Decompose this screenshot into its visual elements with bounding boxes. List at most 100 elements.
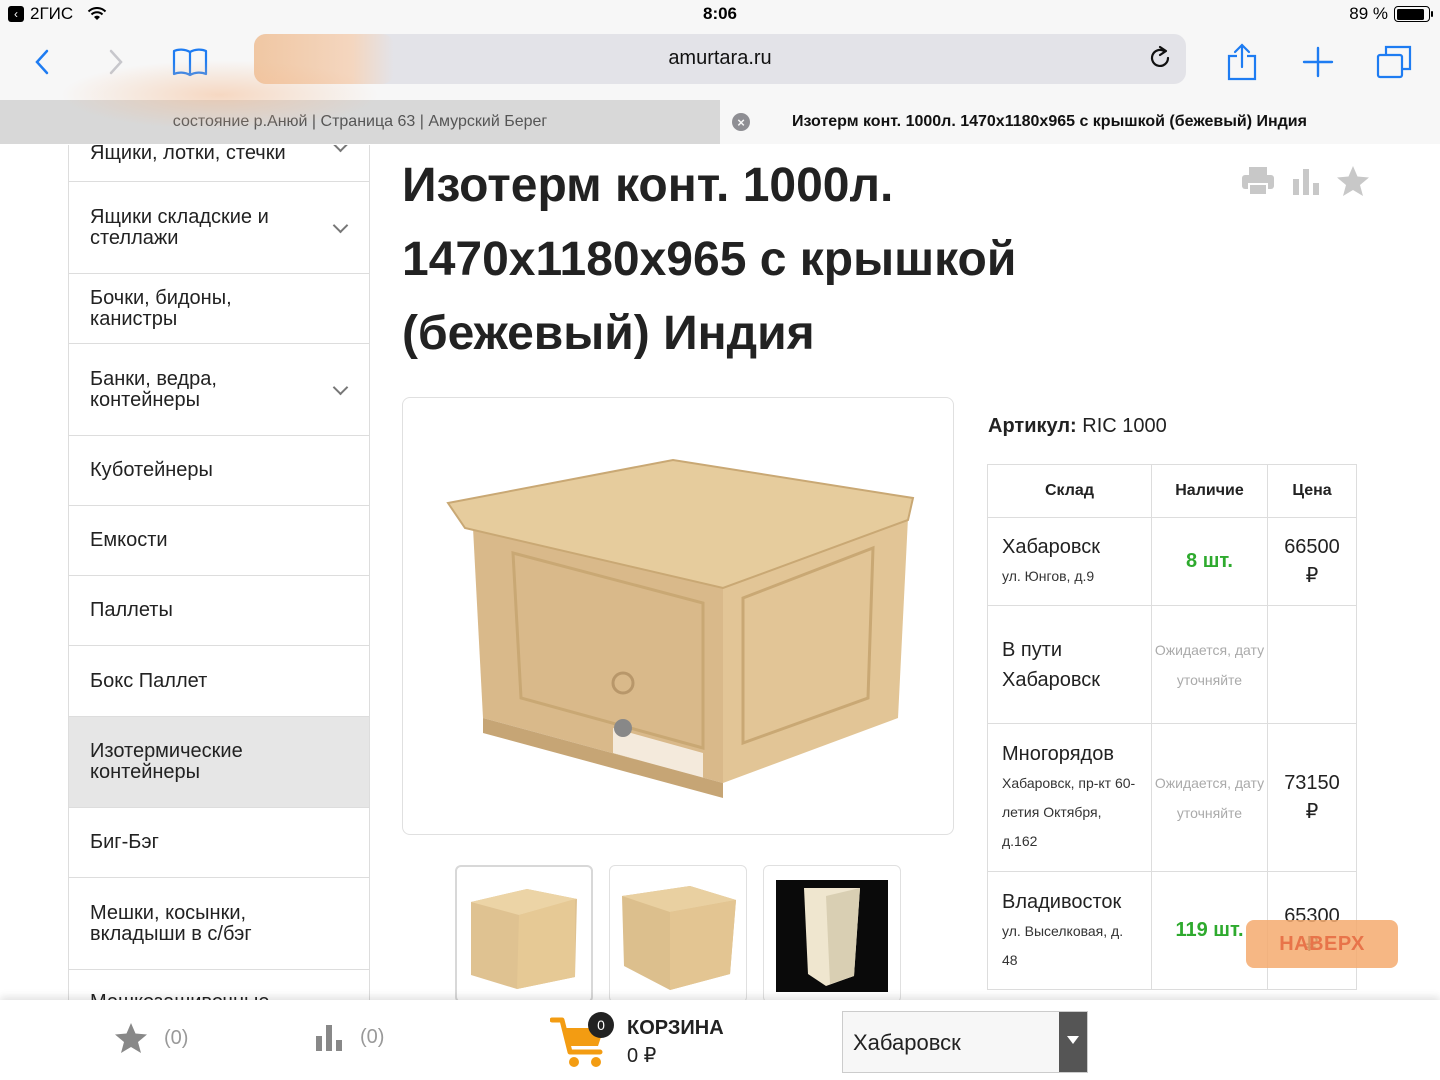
table-row: Хабаровск ул. Юнгов, д.9 8 шт. 66500 ₽: [987, 517, 1357, 606]
warehouse-address: ул. Выселковая, д. 48: [1002, 922, 1124, 968]
warehouse-cell: В пути Хабаровск: [987, 605, 1152, 724]
product-thumbnail-2[interactable]: [609, 865, 747, 1000]
tab-inactive[interactable]: состояние р.Анюй | Страница 63 | Амурски…: [0, 100, 720, 144]
product-main-image[interactable]: [402, 397, 954, 835]
city-select[interactable]: Хабаровск: [842, 1011, 1088, 1073]
url-text[interactable]: amurtara.ru: [254, 47, 1186, 70]
compare-chart-icon[interactable]: [1290, 165, 1322, 197]
availability-cell: Ожидается, дату уточняйте: [1151, 723, 1268, 872]
compare-link[interactable]: (0): [314, 1022, 384, 1052]
status-right: 89 %: [1349, 4, 1433, 24]
compare-count[interactable]: (0): [360, 1026, 384, 1049]
sidebar-item-label[interactable]: Банки, ведра, контейнеры: [90, 368, 309, 411]
bookmarks-book-icon[interactable]: [168, 42, 212, 82]
battery-percent: 89 %: [1349, 4, 1388, 23]
warehouse-name: Хабаровск: [1002, 536, 1100, 558]
dropdown-arrow-icon[interactable]: [1059, 1012, 1087, 1072]
product-actions: [1240, 165, 1370, 197]
cart-sum: 0 ₽: [627, 1045, 657, 1067]
sidebar-item-isothermal[interactable]: Изотермические контейнеры: [69, 717, 369, 808]
sidebar-item-label[interactable]: Куботейнеры: [90, 460, 213, 481]
sidebar-item-label[interactable]: Бокс Паллет: [90, 670, 207, 692]
price-value: 66500: [1284, 535, 1340, 558]
price-cell: 66500 ₽: [1267, 517, 1357, 606]
catalog-sidebar: Ящики, лотки, стечки Ящики складские и с…: [68, 145, 370, 1000]
tabs-overview-icon[interactable]: [1372, 42, 1416, 82]
sidebar-item-label[interactable]: Ящики складские и стеллажи: [90, 206, 309, 249]
page-content: Ящики, лотки, стечки Ящики складские и с…: [0, 145, 1440, 1000]
price-cell: 73150 ₽: [1267, 723, 1357, 872]
favorites-count[interactable]: (0): [164, 1027, 188, 1050]
sidebar-item-box-pallet[interactable]: Бокс Паллет: [69, 646, 369, 717]
cart-widget[interactable]: 0 КОРЗИНА 0 ₽: [550, 1012, 790, 1072]
table-header-row: Склад Наличие Цена: [987, 464, 1357, 518]
thumbnail-image-side: [622, 886, 736, 990]
sidebar-item-label[interactable]: Биг-Бэг: [90, 832, 159, 853]
availability-awaiting: Ожидается, дату уточняйте: [1154, 641, 1265, 688]
sidebar-item-storage-boxes[interactable]: Ящики складские и стеллажи: [69, 182, 369, 274]
compare-bars-icon[interactable]: [314, 1022, 344, 1052]
warehouse-name: Многорядов: [1002, 743, 1114, 765]
sidebar-item-sewing[interactable]: Мешкозашивочные: [69, 970, 369, 1001]
favorites-link[interactable]: (0): [114, 1022, 188, 1054]
sidebar-item-tanks[interactable]: Емкости: [69, 506, 369, 576]
tab-active-title[interactable]: Изотерм конт. 1000л. 1470х1180х965 с кры…: [792, 113, 1307, 131]
new-tab-plus-icon[interactable]: [1296, 42, 1340, 82]
thumbnail-image-liner: [776, 880, 888, 992]
tab-active[interactable]: × Изотерм конт. 1000л. 1470х1180х965 с к…: [720, 100, 1440, 144]
sidebar-item-label[interactable]: Мешки, косынки, вкладыши в с/бэг: [90, 902, 309, 945]
reload-icon[interactable]: [1146, 44, 1174, 72]
warehouse-cell: Хабаровск ул. Юнгов, д.9: [987, 517, 1152, 606]
sidebar-item-label[interactable]: Изотермические контейнеры: [90, 741, 309, 783]
product-title: Изотерм конт. 1000л. 1470х1180х965 с кры…: [402, 159, 1017, 360]
column-header-warehouse: Склад: [987, 464, 1152, 518]
sidebar-item-sacks[interactable]: Мешки, косынки, вкладыши в с/бэг: [69, 878, 369, 970]
browser-toolbar: amurtara.ru: [0, 28, 1440, 100]
warehouse-name: В пути Хабаровск: [1002, 638, 1100, 691]
cart-label[interactable]: КОРЗИНА: [627, 1017, 724, 1040]
sidebar-item-barrels[interactable]: Бочки, бидоны, канистры: [69, 274, 369, 344]
status-time: 8:06: [702, 4, 738, 23]
sidebar-item-label[interactable]: Бочки, бидоны, канистры: [90, 287, 309, 330]
print-icon[interactable]: [1240, 165, 1276, 197]
sidebar-item-label[interactable]: Паллеты: [90, 600, 173, 621]
sidebar-item-cubitainers[interactable]: Куботейнеры: [69, 436, 369, 506]
column-header-availability: Наличие: [1151, 464, 1268, 518]
column-header-price: Цена: [1267, 464, 1357, 518]
sidebar-item-label[interactable]: Ящики, лотки, стечки: [90, 145, 286, 164]
availability-quantity: 8 шт.: [1186, 550, 1233, 572]
sidebar-item-label[interactable]: Емкости: [90, 530, 168, 551]
thumbnail-image-front: [471, 889, 577, 989]
sidebar-item-big-bag[interactable]: Биг-Бэг: [69, 808, 369, 878]
warehouse-address: Хабаровск, пр-кт 60-летия Октября, д.162: [1002, 775, 1136, 849]
chevron-down-icon[interactable]: [333, 145, 347, 151]
favorites-star-icon[interactable]: [114, 1022, 148, 1054]
scroll-to-top-button[interactable]: НАВЕРХ: [1246, 920, 1398, 968]
url-field[interactable]: amurtara.ru: [254, 34, 1186, 84]
sidebar-item-boxes-trays[interactable]: Ящики, лотки, стечки: [69, 145, 369, 182]
chevron-down-icon[interactable]: [333, 380, 347, 394]
table-row: Многорядов Хабаровск, пр-кт 60-летия Окт…: [987, 723, 1357, 872]
sidebar-item-pallets[interactable]: Паллеты: [69, 576, 369, 646]
article-value: RIC 1000: [1082, 415, 1167, 437]
tab-close-icon[interactable]: ×: [732, 113, 750, 131]
availability-awaiting: Ожидается, дату уточняйте: [1154, 774, 1265, 821]
product-thumbnail-1[interactable]: [455, 865, 593, 1000]
forward-chevron-icon[interactable]: [94, 42, 138, 82]
price-value: 73150: [1284, 771, 1340, 794]
stock-table: Склад Наличие Цена Хабаровск ул. Юнгов, …: [987, 464, 1357, 990]
isothermal-container-image: [446, 458, 915, 798]
browser-tabs: состояние р.Анюй | Страница 63 | Амурски…: [0, 100, 1440, 144]
price-cell: [1267, 605, 1357, 724]
article-line: Артикул: RIC 1000: [988, 415, 1167, 438]
sidebar-item-cans-buckets[interactable]: Банки, ведра, контейнеры: [69, 344, 369, 436]
product-thumbnail-3[interactable]: [763, 865, 901, 1000]
battery-icon: [1394, 6, 1433, 22]
share-icon[interactable]: [1220, 42, 1264, 82]
favorite-star-icon[interactable]: [1336, 165, 1370, 197]
back-chevron-icon[interactable]: [20, 42, 64, 82]
chevron-down-icon[interactable]: [333, 218, 347, 232]
tab-inactive-title[interactable]: состояние р.Анюй | Страница 63 | Амурски…: [173, 113, 547, 131]
sidebar-item-label[interactable]: Мешкозашивочные: [90, 992, 269, 1001]
city-select-value[interactable]: Хабаровск: [853, 1030, 961, 1056]
